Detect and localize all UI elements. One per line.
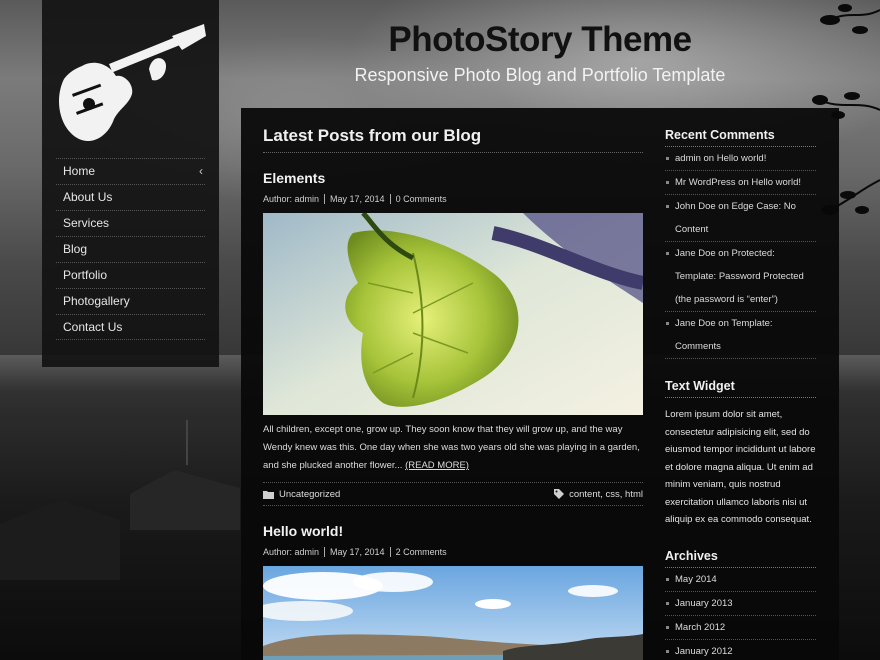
nav-item-blog[interactable]: Blog <box>56 236 205 262</box>
post-meta: Author: admin May 17, 2014 2 Comments <box>263 547 643 559</box>
nav-item-services[interactable]: Services <box>56 210 205 236</box>
nav-item-label: Contact Us <box>63 320 123 334</box>
guitar-logo[interactable] <box>54 24 206 146</box>
site-tagline: Responsive Photo Blog and Portfolio Temp… <box>354 65 726 85</box>
recent-comment-item[interactable]: Jane Doe on Template: Comments <box>665 312 816 359</box>
blog-main-column: Latest Posts from our Blog Elements Auth… <box>263 108 643 660</box>
post-tags: content, css, html <box>554 483 643 506</box>
recent-comment-item[interactable]: Mr WordPress on Hello world! <box>665 171 816 195</box>
nav-item-label: Services <box>63 216 110 230</box>
widget-title-text: Text Widget <box>665 379 816 398</box>
widget-title-recent-comments: Recent Comments <box>665 128 816 147</box>
nav-item-label: About Us <box>63 190 113 204</box>
text-widget-body: Lorem ipsum dolor sit amet, consectetur … <box>665 409 816 525</box>
archive-item[interactable]: January 2012 <box>665 640 816 660</box>
nav-item-home[interactable]: Home ‹ <box>56 158 205 184</box>
recent-comment-item[interactable]: admin on Hello world! <box>665 147 816 171</box>
site-title[interactable]: PhotoStory Theme <box>240 20 840 60</box>
nav-item-photogallery[interactable]: Photogallery <box>56 288 205 314</box>
post-date[interactable]: May 17, 2014 <box>324 194 390 204</box>
recent-comment-item[interactable]: John Doe on Edge Case: No Content <box>665 195 816 242</box>
post-featured-image-coast[interactable] <box>263 566 643 660</box>
post-title[interactable]: Hello world! <box>263 523 643 539</box>
post-author[interactable]: Author: admin <box>263 547 324 557</box>
archive-item[interactable]: May 2014 <box>665 568 816 592</box>
nav-item-label: Home <box>63 164 96 178</box>
post-footer: Uncategorized content, css, html <box>263 482 643 506</box>
nav-item-about-us[interactable]: About Us <box>56 184 205 210</box>
archives-list: May 2014 January 2013 March 2012 January… <box>665 568 816 660</box>
blog-post: Elements Author: admin May 17, 2014 0 Comm… <box>263 170 643 506</box>
blog-post: Hello world! Author: admin May 17, 2014 2 … <box>263 523 643 660</box>
left-sidebar: Home ‹ About Us Services Blog Portfolio … <box>42 0 219 367</box>
main-navigation: Home ‹ About Us Services Blog Portfolio … <box>56 158 205 340</box>
post-date[interactable]: May 17, 2014 <box>324 547 390 557</box>
post-comments-link[interactable]: 0 Comments <box>389 194 452 204</box>
recent-comment-item[interactable]: Jane Doe on Protected: Template: Passwor… <box>665 242 816 312</box>
antenna-mast <box>186 420 188 465</box>
nav-item-contact-us[interactable]: Contact Us <box>56 314 205 340</box>
post-comments-link[interactable]: 2 Comments <box>389 547 452 557</box>
post-title[interactable]: Elements <box>263 170 643 186</box>
nav-item-label: Blog <box>63 242 88 256</box>
chevron-left-icon[interactable]: ‹ <box>199 159 203 184</box>
right-widgets: Recent Comments admin on Hello world! Mr… <box>665 108 816 660</box>
nav-item-label: Photogallery <box>63 294 130 308</box>
content-panel: Latest Posts from our Blog Elements Auth… <box>241 108 839 660</box>
post-meta: Author: admin May 17, 2014 0 Comments <box>263 194 643 206</box>
recent-comments-list: admin on Hello world! Mr WordPress on He… <box>665 147 816 359</box>
tag-icon <box>554 489 565 499</box>
category-link[interactable]: Uncategorized <box>279 489 340 500</box>
post-excerpt: All children, except one, grow up. They … <box>263 421 643 475</box>
nav-item-portfolio[interactable]: Portfolio <box>56 262 205 288</box>
widget-title-archives: Archives <box>665 549 816 568</box>
archive-item[interactable]: March 2012 <box>665 616 816 640</box>
folder-icon <box>263 491 274 499</box>
tags-links[interactable]: content, css, html <box>569 489 643 500</box>
nav-item-label: Portfolio <box>63 268 108 282</box>
post-author[interactable]: Author: admin <box>263 194 324 204</box>
post-featured-image-leaf[interactable] <box>263 213 643 415</box>
post-category: Uncategorized <box>263 483 340 506</box>
section-heading: Latest Posts from our Blog <box>263 126 643 153</box>
archive-item[interactable]: January 2013 <box>665 592 816 616</box>
read-more-link[interactable]: (READ MORE) <box>405 460 469 471</box>
